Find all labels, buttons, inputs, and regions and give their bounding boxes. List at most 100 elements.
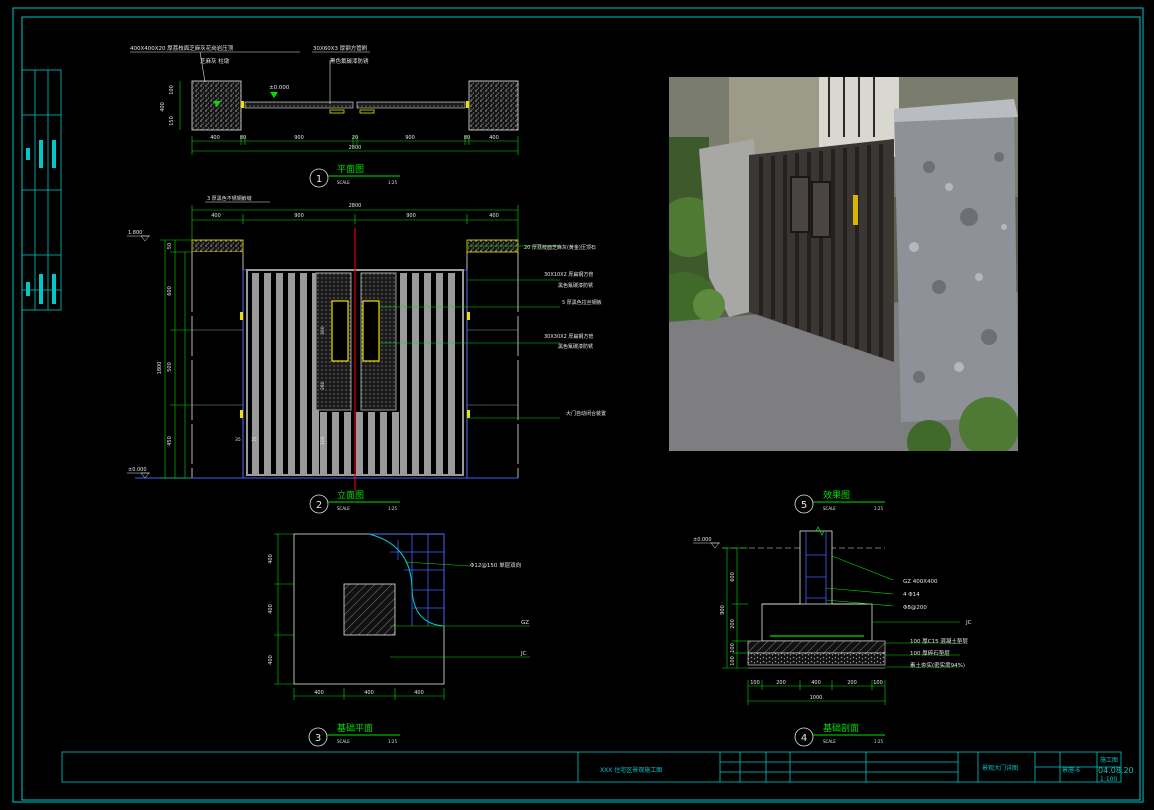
gate-bar	[264, 273, 271, 474]
svg-text:SCALE: SCALE	[337, 506, 350, 511]
svg-text:300: 300	[320, 326, 326, 335]
svg-text:2800: 2800	[349, 145, 362, 151]
svg-text:100: 100	[169, 85, 175, 95]
svg-text:1:25: 1:25	[874, 506, 883, 511]
plan-callout-left2: 芝麻灰 柱墩	[200, 57, 230, 65]
svg-text:900: 900	[294, 213, 304, 219]
gate-bar	[400, 273, 407, 474]
svg-text:900: 900	[720, 605, 726, 615]
elev-top-note: 3 厚黑色不锈钢嵌缝	[207, 195, 252, 202]
fs-note-3: Φ8@200	[903, 605, 927, 611]
svg-text:2800: 2800	[349, 203, 362, 209]
svg-text:1000: 1000	[810, 695, 823, 701]
svg-text:200: 200	[730, 619, 736, 629]
svg-text:500: 500	[167, 362, 173, 372]
view-render-label: 5 效果图 SCALE 1:25	[794, 489, 885, 514]
svg-text:80: 80	[464, 135, 470, 141]
elev-level-bottom: ±0.000	[128, 467, 147, 473]
elev-note-4: 5 厚黑色拉丝钢板	[562, 299, 602, 306]
gate-bars	[252, 273, 455, 474]
svg-text:400: 400	[314, 690, 324, 696]
tb-project: XXX 住宅区景观施工图	[600, 766, 662, 774]
svg-text:100: 100	[873, 680, 883, 686]
tb-date: 04.08.20	[1098, 766, 1134, 775]
svg-text:1:25: 1:25	[388, 506, 397, 511]
gate-bar	[424, 273, 431, 474]
view-elevation: 400 900 900 400 2800 3 厚黑色不锈钢嵌缝 50 600 5…	[127, 195, 606, 514]
svg-text:1:25: 1:25	[388, 739, 397, 744]
plan-callout-left: 400X400X20 厚荔枝面芝麻灰花岗岩压顶	[130, 44, 234, 52]
gate-bar	[368, 412, 375, 474]
view5-title: 效果图	[823, 489, 850, 501]
svg-text:400: 400	[414, 690, 424, 696]
plan-callout-right2: 黑色氟碳漆防锈	[330, 57, 369, 65]
svg-text:400: 400	[489, 213, 499, 219]
view3-number: 3	[315, 733, 321, 744]
plan-gate-leaf-right	[356, 101, 466, 109]
fs-note-5: 100 厚C15 混凝土垫层	[910, 637, 968, 645]
fs-note-1: GZ 400X400	[903, 579, 938, 585]
elev-note-7: 大门自动闭合装置	[566, 410, 606, 417]
view-foundation-plan: Φ12@150 单层双向 GZ JC 400 400 400 400 400 4…	[268, 533, 530, 747]
svg-text:400: 400	[811, 680, 821, 686]
svg-text:400: 400	[268, 655, 274, 665]
svg-text:SCALE: SCALE	[823, 739, 836, 744]
svg-text:50: 50	[167, 243, 173, 249]
fs-level: ±0.000	[693, 537, 712, 543]
svg-text:1:25: 1:25	[388, 180, 397, 185]
fp-gz: GZ	[521, 620, 529, 626]
view-foundation-section: ±0.000 GZ 400X400 4 Φ14 Φ8@200 JC 100 厚C…	[693, 526, 972, 747]
svg-text:600: 600	[730, 572, 736, 582]
gate-bar	[356, 412, 363, 474]
view-plan: 400X400X20 厚荔枝面芝麻灰花岗岩压顶 芝麻灰 柱墩 30X60X3 厚…	[130, 44, 519, 188]
gate-bar	[344, 412, 351, 474]
elev-note-2: 30X10X2 厚扁钢方管	[544, 271, 593, 278]
fp-jc: JC	[520, 651, 527, 657]
tb-stage: 施工图	[1100, 756, 1118, 764]
svg-text:80: 80	[240, 135, 246, 141]
elev-note-3: 黑色氟碳漆防锈	[558, 282, 593, 289]
plan-gate-leaf-left	[244, 101, 354, 109]
elev-level-top: 1.800	[128, 230, 142, 236]
gate-bar	[288, 273, 295, 474]
svg-text:20: 20	[352, 135, 358, 141]
plan-callout-right: 30X60X3 厚钢方管刷	[313, 44, 368, 52]
fs-note-4: JC	[965, 620, 972, 626]
gate-bar	[436, 273, 443, 474]
svg-text:400: 400	[268, 554, 274, 564]
gate-bar	[380, 412, 387, 474]
svg-text:35: 35	[235, 437, 241, 443]
svg-text:1:25: 1:25	[874, 739, 883, 744]
svg-text:400: 400	[489, 135, 499, 141]
tb-drawing-no: 景施-6	[1062, 766, 1080, 774]
svg-text:200: 200	[847, 680, 857, 686]
svg-text:280: 280	[320, 381, 326, 390]
svg-text:400: 400	[268, 604, 274, 614]
plan-pillar-right	[468, 80, 519, 131]
svg-text:35: 35	[251, 437, 257, 443]
elev-note-1: 20 厚荔枝面芝麻灰(黄金)压顶石	[524, 244, 596, 251]
svg-text:400: 400	[211, 213, 221, 219]
elev-note-6: 黑色氟碳漆防锈	[558, 343, 593, 350]
view1-number: 1	[316, 174, 322, 185]
gate-bar	[300, 273, 307, 474]
fs-note-2: 4 Φ14	[903, 592, 920, 598]
tb-drawing-name: 景观大门详图	[982, 764, 1018, 772]
fp-rebar: Φ12@150 单层双向	[470, 561, 521, 569]
render-illustration	[669, 77, 1018, 451]
gate-bar	[412, 273, 419, 474]
tb-scale: 1:100	[1100, 776, 1117, 783]
gate-bar	[252, 273, 259, 474]
elev-note-5: 30X30X2 厚扁钢方管	[544, 333, 593, 340]
svg-text:100: 100	[320, 436, 326, 445]
gate-bar	[276, 273, 283, 474]
view2-number: 2	[316, 500, 322, 511]
revision-column	[21, 69, 62, 311]
svg-text:1800: 1800	[157, 362, 163, 375]
svg-text:900: 900	[294, 135, 304, 141]
svg-text:400: 400	[210, 135, 220, 141]
view2-title: 立面图	[337, 489, 364, 501]
gate-bar	[448, 273, 455, 474]
title-block	[61, 751, 1122, 783]
svg-text:100: 100	[730, 656, 736, 666]
